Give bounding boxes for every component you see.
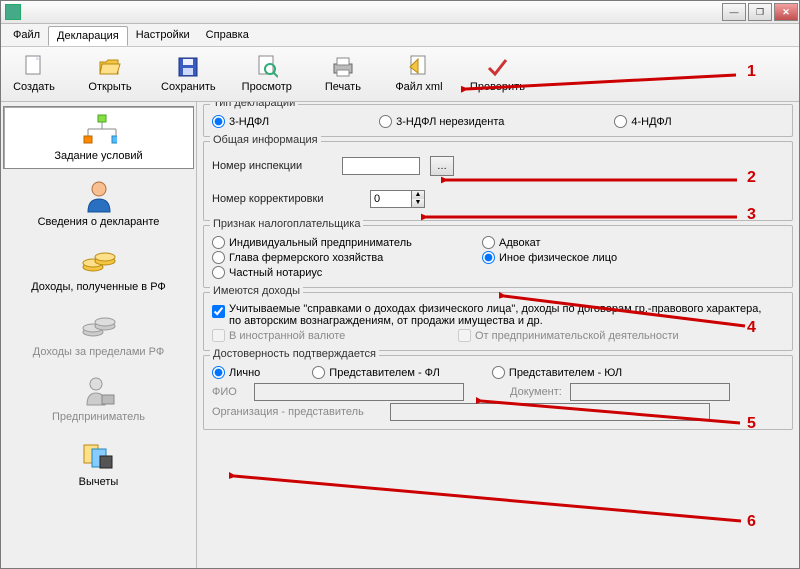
spinner-value[interactable] <box>370 190 412 208</box>
sidebar-item-label: Доходы за пределами РФ <box>33 346 164 358</box>
tb-preview[interactable]: Просмотр <box>242 55 292 93</box>
sidebar: Задание условий Сведения о декларанте До… <box>1 102 197 569</box>
tb-create[interactable]: Создать <box>9 55 59 93</box>
sidebar-item-income-rf[interactable]: Доходы, полученные в РФ <box>3 238 194 299</box>
tb-open[interactable]: Открыть <box>85 55 135 93</box>
radio-3ndfl-nonres[interactable]: 3-НДФЛ нерезидента <box>379 115 504 128</box>
radio-rep-ul[interactable]: Представителем - ЮЛ <box>492 366 622 379</box>
sidebar-item-deductions[interactable]: Вычеты <box>3 433 194 494</box>
group-decl-type: Тип декларации 3-НДФЛ 3-НДФЛ нерезидента… <box>203 104 793 137</box>
sidebar-item-label: Задание условий <box>54 150 142 162</box>
check-icon <box>485 55 509 79</box>
sidebar-item-label: Вычеты <box>79 476 119 488</box>
minimize-button[interactable]: — <box>722 3 746 21</box>
file-new-icon <box>22 55 46 79</box>
app-icon <box>5 4 21 20</box>
chevron-down-icon[interactable]: ▼ <box>412 199 424 207</box>
menu-bar: Файл Декларация Настройки Справка <box>1 24 799 47</box>
radio-3ndfl[interactable]: 3-НДФЛ <box>212 115 269 128</box>
menu-declaration[interactable]: Декларация <box>48 26 128 46</box>
legend: Имеются доходы <box>210 285 303 297</box>
legend: Признак налогоплательщика <box>210 218 363 230</box>
group-taxpayer: Признак налогоплательщика Индивидуальный… <box>203 225 793 288</box>
radio-farmer[interactable]: Глава фермерского хозяйства <box>212 251 442 264</box>
spinner-correction[interactable]: ▲▼ <box>370 190 425 208</box>
legend: Достоверность подтверждается <box>210 348 379 360</box>
legend: Общая информация <box>210 134 321 146</box>
label-fio: ФИО <box>212 386 246 398</box>
save-icon <box>176 55 200 79</box>
check-income-business[interactable]: От предпринимательской деятельности <box>458 329 679 342</box>
input-inspection[interactable] <box>342 157 420 175</box>
button-inspection-browse[interactable]: … <box>430 156 454 176</box>
label-correction: Номер корректировки <box>212 193 332 205</box>
radio-notary[interactable]: Частный нотариус <box>212 266 322 279</box>
radio-rep-fl[interactable]: Представителем - ФЛ <box>312 366 440 379</box>
sidebar-item-income-foreign[interactable]: Доходы за пределами РФ <box>3 303 194 364</box>
menu-settings[interactable]: Настройки <box>128 26 198 44</box>
sidebar-item-entrepreneur[interactable]: Предприниматель <box>3 368 194 429</box>
group-trust: Достоверность подтверждается Лично Предс… <box>203 355 793 430</box>
file-xml-icon <box>407 55 431 79</box>
input-doc <box>570 383 730 401</box>
tb-save[interactable]: Сохранить <box>161 55 216 93</box>
group-general: Общая информация Номер инспекции … Номер… <box>203 141 793 221</box>
maximize-button[interactable]: ❐ <box>748 3 772 21</box>
menu-file[interactable]: Файл <box>5 26 48 44</box>
coins-icon <box>81 244 117 278</box>
radio-self[interactable]: Лично <box>212 366 260 379</box>
preview-icon <box>255 55 279 79</box>
radio-ip[interactable]: Индивидуальный предприниматель <box>212 236 442 249</box>
radio-4ndfl[interactable]: 4-НДФЛ <box>614 115 671 128</box>
group-income: Имеются доходы Учитываемые "справками о … <box>203 292 793 351</box>
legend: Тип декларации <box>210 102 298 109</box>
app-window: — ❐ ✕ Файл Декларация Настройки Справка … <box>0 0 800 569</box>
sidebar-item-declarant[interactable]: Сведения о декларанте <box>3 173 194 234</box>
sidebar-item-label: Предприниматель <box>52 411 145 423</box>
toolbar: Создать Открыть Сохранить Просмотр Печат… <box>1 47 799 102</box>
coins-gray-icon <box>81 309 117 343</box>
tb-xml[interactable]: Файл xml <box>394 55 444 93</box>
flowchart-icon <box>81 113 117 147</box>
input-fio <box>254 383 464 401</box>
folder-open-icon <box>98 55 122 79</box>
title-bar: — ❐ ✕ <box>1 1 799 24</box>
label-inspection: Номер инспекции <box>212 160 332 172</box>
check-income-foreign[interactable]: В иностранной валюте <box>212 329 422 342</box>
person-icon <box>81 179 117 213</box>
sidebar-item-label: Сведения о декларанте <box>38 216 160 228</box>
sidebar-item-conditions[interactable]: Задание условий <box>3 106 194 169</box>
person-briefcase-icon <box>81 374 117 408</box>
check-income-standard[interactable]: Учитываемые "справками о доходах физичес… <box>212 303 769 327</box>
tb-print[interactable]: Печать <box>318 55 368 93</box>
label-doc: Документ: <box>510 386 562 398</box>
print-icon <box>331 55 355 79</box>
menu-help[interactable]: Справка <box>198 26 257 44</box>
documents-icon <box>81 439 117 473</box>
radio-individual[interactable]: Иное физическое лицо <box>482 251 617 264</box>
close-button[interactable]: ✕ <box>774 3 798 21</box>
sidebar-item-label: Доходы, полученные в РФ <box>31 281 166 293</box>
chevron-up-icon[interactable]: ▲ <box>412 191 424 199</box>
radio-lawyer[interactable]: Адвокат <box>482 236 541 249</box>
tb-check[interactable]: Проверить <box>470 55 525 93</box>
main-panel: Тип декларации 3-НДФЛ 3-НДФЛ нерезидента… <box>197 102 799 569</box>
label-org: Организация - представитель <box>212 406 382 418</box>
input-org <box>390 403 710 421</box>
